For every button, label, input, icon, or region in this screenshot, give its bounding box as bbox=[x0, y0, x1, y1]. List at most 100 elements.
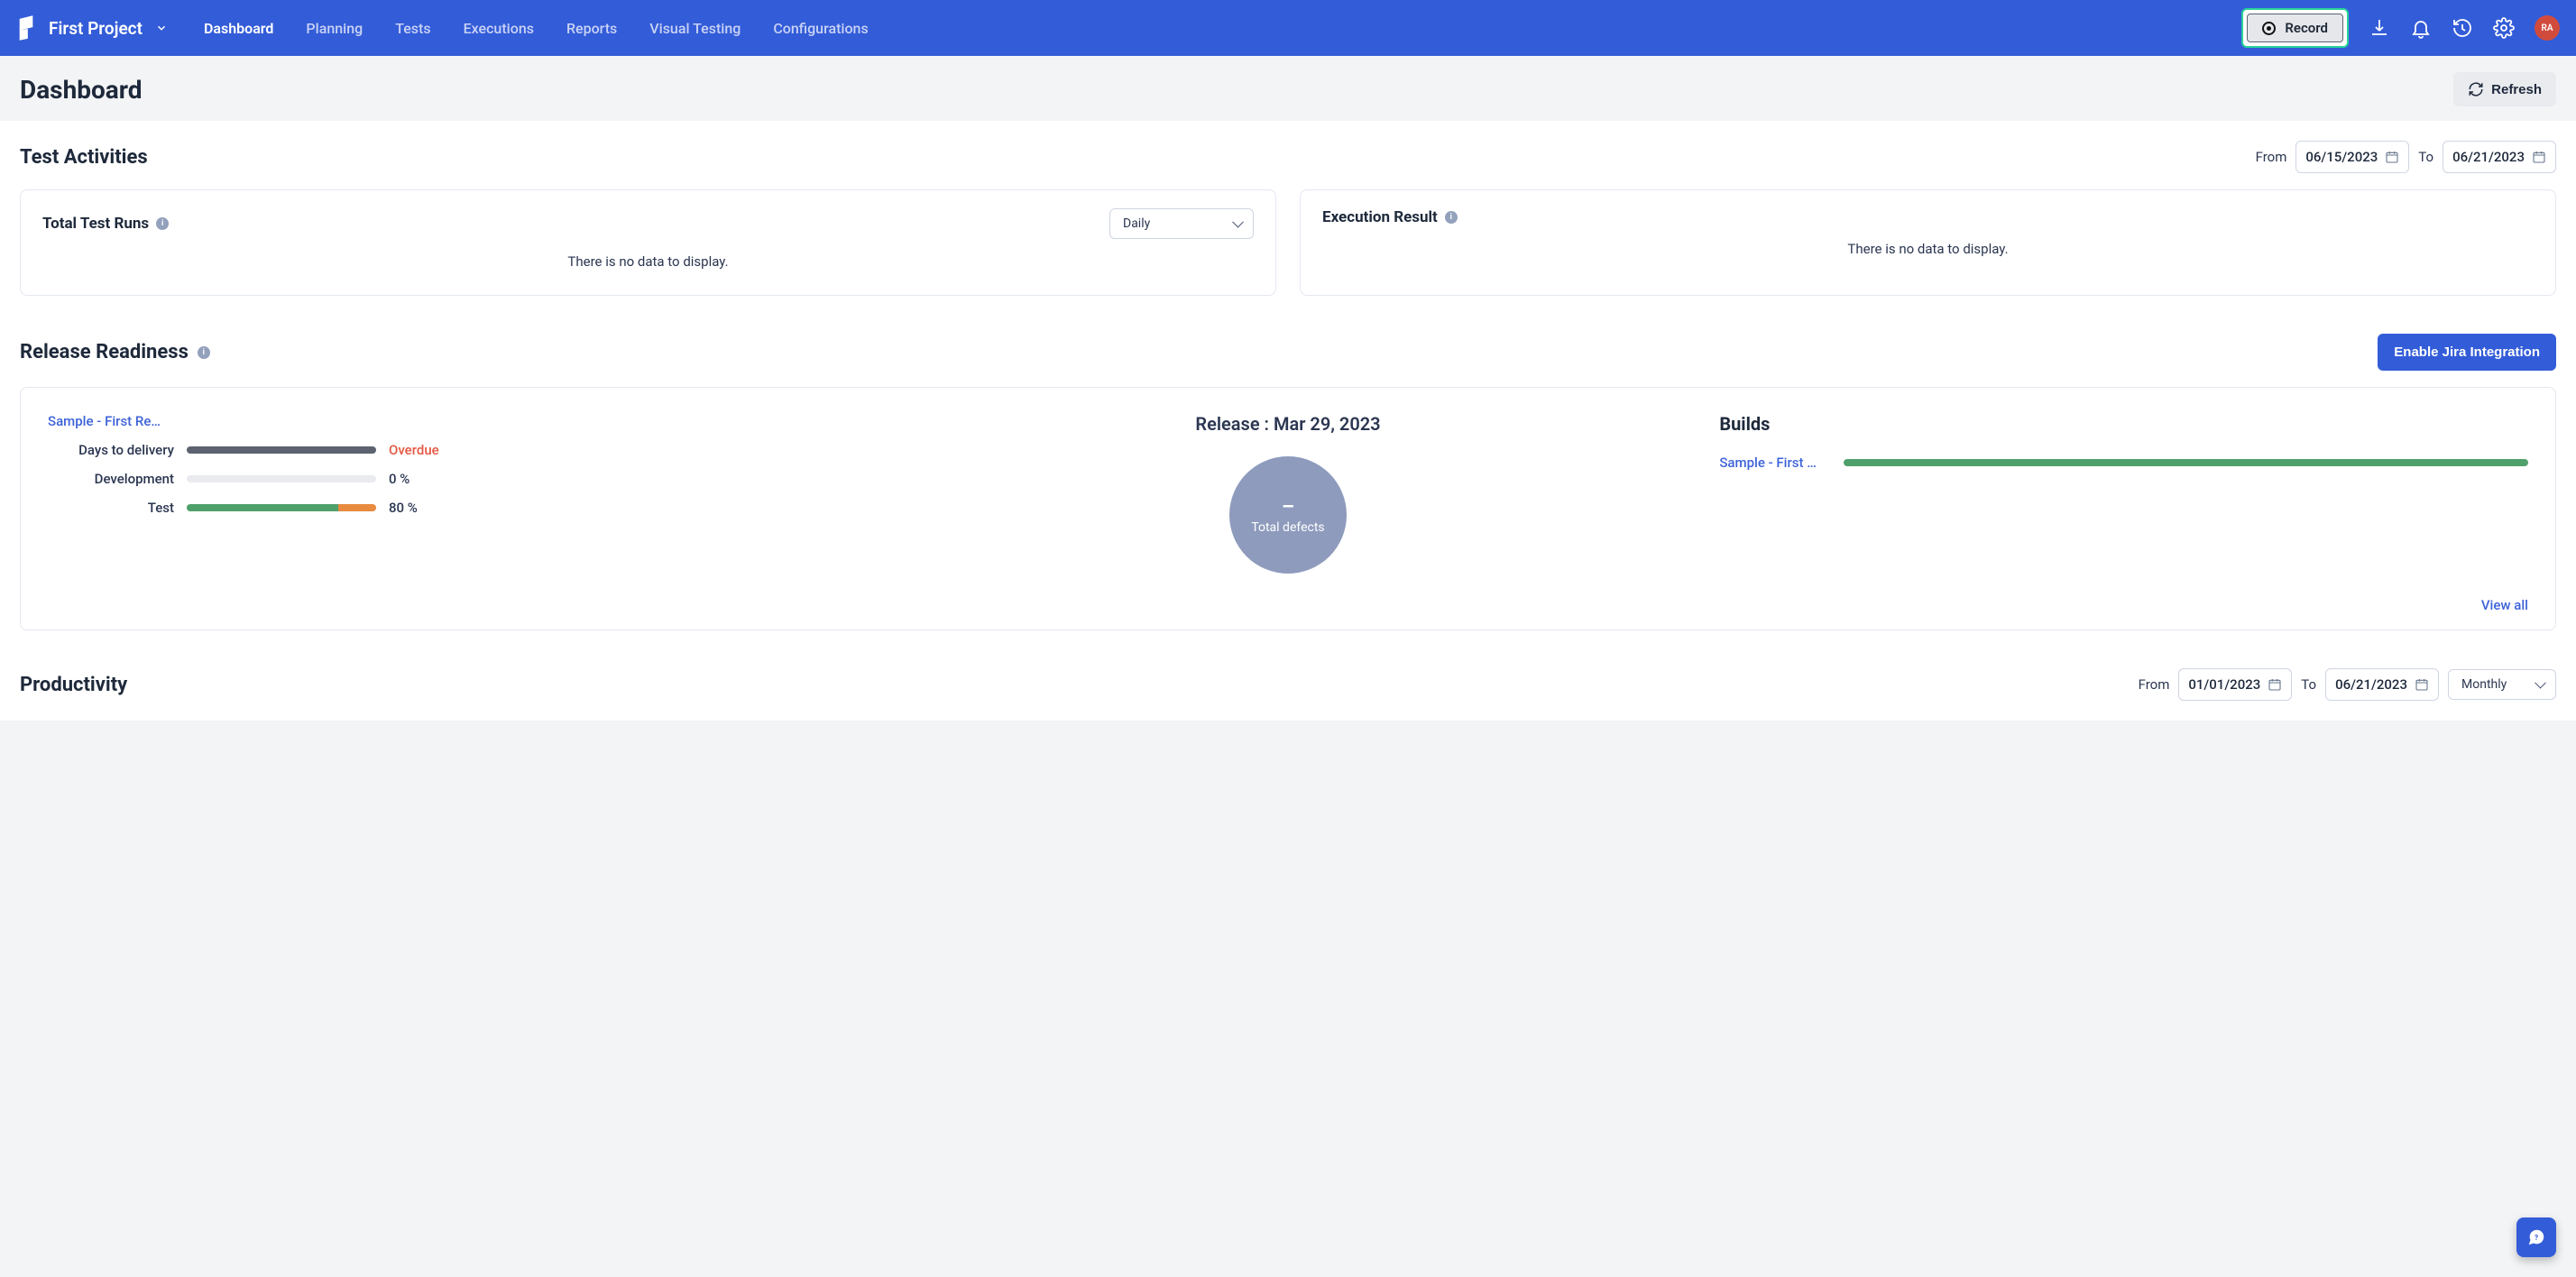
nav-tests[interactable]: Tests bbox=[395, 20, 430, 37]
release-date-title: Release : Mar 29, 2023 bbox=[884, 413, 1693, 435]
bar-fill-green bbox=[187, 504, 338, 511]
productivity-header: Productivity From 01/01/2023 To 06/21/20… bbox=[20, 668, 2556, 701]
help-icon: ? bbox=[2526, 1227, 2546, 1247]
metric-label: Test bbox=[48, 500, 174, 516]
metric-bar bbox=[187, 446, 376, 454]
refresh-icon bbox=[2468, 81, 2484, 97]
release-metrics-col: Sample - First Re… Days to delivery Over… bbox=[48, 413, 857, 528]
refresh-label: Refresh bbox=[2491, 82, 2542, 97]
metric-value: 0 % bbox=[389, 471, 452, 487]
metric-label: Days to delivery bbox=[48, 442, 174, 458]
metric-days-delivery: Days to delivery Overdue bbox=[48, 442, 857, 458]
release-readiness-header: Release Readiness i Enable Jira Integrat… bbox=[20, 334, 2556, 371]
calendar-icon bbox=[2532, 150, 2546, 164]
page-title: Dashboard bbox=[20, 75, 143, 105]
calendar-icon bbox=[2415, 677, 2429, 692]
nav-dashboard[interactable]: Dashboard bbox=[204, 20, 273, 37]
to-label: To bbox=[2418, 149, 2433, 165]
to-date-input[interactable]: 06/21/2023 bbox=[2443, 141, 2556, 173]
prod-to-value: 06/21/2023 bbox=[2335, 676, 2407, 693]
nav-reports[interactable]: Reports bbox=[566, 20, 617, 37]
interval-value: Daily bbox=[1123, 216, 1150, 231]
prod-interval-value: Monthly bbox=[2461, 677, 2507, 692]
calendar-icon bbox=[2268, 677, 2282, 692]
record-label: Record bbox=[2285, 20, 2328, 36]
from-date-input[interactable]: 06/15/2023 bbox=[2295, 141, 2409, 173]
enable-jira-button[interactable]: Enable Jira Integration bbox=[2378, 334, 2556, 371]
metric-bar bbox=[187, 504, 376, 511]
metric-bar bbox=[187, 475, 376, 482]
test-activities-header: Test Activities From 06/15/2023 To 06/21… bbox=[20, 141, 2556, 173]
execution-result-title: Execution Result i bbox=[1322, 208, 1458, 226]
execution-result-title-text: Execution Result bbox=[1322, 208, 1438, 226]
release-sample-link[interactable]: Sample - First Re… bbox=[48, 413, 161, 429]
nav-configurations[interactable]: Configurations bbox=[773, 20, 868, 37]
runs-no-data: There is no data to display. bbox=[42, 248, 1254, 270]
record-icon bbox=[2262, 22, 2276, 35]
total-test-runs-title-text: Total Test Runs bbox=[42, 215, 149, 233]
record-button[interactable]: Record bbox=[2247, 14, 2343, 42]
bell-icon[interactable] bbox=[2410, 17, 2432, 39]
execution-result-card: Execution Result i There is no data to d… bbox=[1300, 189, 2556, 296]
test-activities-daterange: From 06/15/2023 To 06/21/2023 bbox=[2256, 141, 2556, 173]
project-switcher[interactable]: First Project bbox=[16, 15, 168, 41]
refresh-button[interactable]: Refresh bbox=[2453, 72, 2556, 106]
test-activities-title: Test Activities bbox=[20, 146, 148, 169]
info-icon[interactable]: i bbox=[1445, 211, 1458, 224]
view-all-link[interactable]: View all bbox=[2481, 597, 2528, 613]
svg-text:?: ? bbox=[2535, 1234, 2538, 1243]
record-button-wrap: Record bbox=[2241, 8, 2349, 48]
prod-to-date-input[interactable]: 06/21/2023 bbox=[2325, 668, 2439, 701]
from-label: From bbox=[2256, 149, 2287, 165]
build-link[interactable]: Sample - First … bbox=[1719, 455, 1827, 471]
calendar-icon bbox=[2385, 150, 2399, 164]
build-bar bbox=[1844, 459, 2528, 466]
defects-value: – bbox=[1282, 496, 1294, 519]
metric-test: Test 80 % bbox=[48, 500, 857, 516]
topnav-right: Record RA bbox=[2241, 8, 2560, 48]
total-test-runs-title: Total Test Runs i bbox=[42, 215, 169, 233]
nav-planning[interactable]: Planning bbox=[306, 20, 363, 37]
prod-from-value: 01/01/2023 bbox=[2188, 676, 2260, 693]
page-header: Dashboard Refresh bbox=[0, 56, 2576, 121]
metric-label: Development bbox=[48, 471, 174, 487]
bar-fill-gray bbox=[187, 446, 376, 454]
nav-visual-testing[interactable]: Visual Testing bbox=[649, 20, 741, 37]
info-icon[interactable]: i bbox=[198, 346, 210, 359]
metric-value: 80 % bbox=[389, 500, 452, 516]
release-readiness-title: Release Readiness i bbox=[20, 341, 210, 363]
from-date-value: 06/15/2023 bbox=[2305, 149, 2378, 165]
top-nav: First Project Dashboard Planning Tests E… bbox=[0, 0, 2576, 56]
release-readiness-title-text: Release Readiness bbox=[20, 341, 189, 363]
builds-title: Builds bbox=[1719, 413, 2528, 435]
nav-links: Dashboard Planning Tests Executions Repo… bbox=[204, 20, 2241, 37]
view-all-wrap: View all bbox=[48, 597, 2528, 613]
exec-no-data: There is no data to display. bbox=[1322, 235, 2534, 257]
nav-executions[interactable]: Executions bbox=[464, 20, 534, 37]
interval-select[interactable]: Daily bbox=[1109, 208, 1254, 239]
builds-col: Builds Sample - First … bbox=[1719, 413, 2528, 471]
defects-label: Total defects bbox=[1251, 520, 1324, 535]
release-readiness-card: Sample - First Re… Days to delivery Over… bbox=[20, 387, 2556, 630]
productivity-title: Productivity bbox=[20, 674, 127, 696]
download-icon[interactable] bbox=[2369, 17, 2390, 39]
history-icon[interactable] bbox=[2452, 17, 2473, 39]
avatar[interactable]: RA bbox=[2535, 15, 2560, 41]
app-logo-icon bbox=[16, 15, 36, 41]
build-row: Sample - First … bbox=[1719, 455, 2528, 471]
info-icon[interactable]: i bbox=[156, 217, 169, 230]
bar-fill-orange bbox=[338, 504, 376, 511]
to-label: To bbox=[2301, 676, 2316, 693]
to-date-value: 06/21/2023 bbox=[2452, 149, 2525, 165]
prod-from-date-input[interactable]: 01/01/2023 bbox=[2178, 668, 2292, 701]
productivity-controls: From 01/01/2023 To 06/21/2023 Monthly bbox=[2139, 668, 2556, 701]
release-defects-col: Release : Mar 29, 2023 – Total defects bbox=[884, 413, 1693, 574]
prod-interval-select[interactable]: Monthly bbox=[2448, 669, 2556, 700]
gear-icon[interactable] bbox=[2493, 17, 2515, 39]
metric-value: Overdue bbox=[389, 442, 452, 458]
total-test-runs-card: Total Test Runs i Daily There is no data… bbox=[20, 189, 1276, 296]
metric-development: Development 0 % bbox=[48, 471, 857, 487]
help-fab[interactable]: ? bbox=[2516, 1217, 2556, 1257]
content: Test Activities From 06/15/2023 To 06/21… bbox=[0, 121, 2576, 721]
from-label: From bbox=[2139, 676, 2170, 693]
